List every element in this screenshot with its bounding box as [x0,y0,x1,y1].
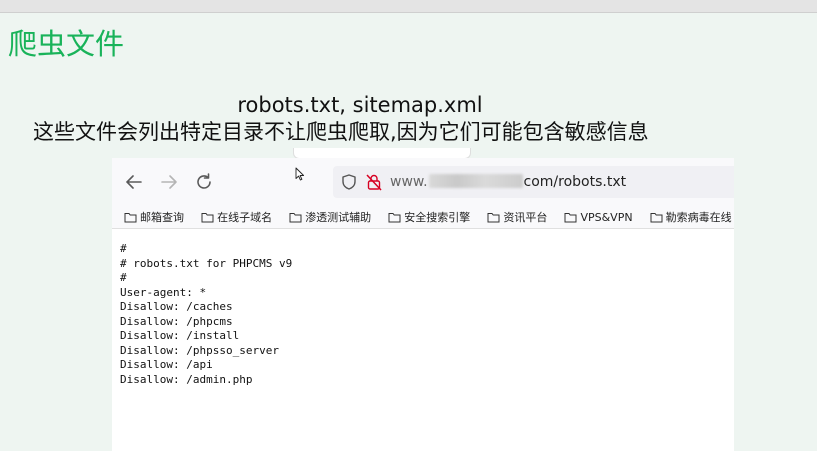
bookmark-pentest-aid[interactable]: 渗透测试辅助 [289,206,371,228]
bookmark-label: 邮箱查询 [140,211,184,224]
robots-line: Disallow: /admin.php [120,372,253,386]
robots-line: User-agent: * [120,285,207,299]
url-suffix: com/robots.txt [523,174,627,190]
bookmark-news[interactable]: 资讯平台 [487,206,547,228]
robots-txt-content: # # robots.txt for PHPCMS v9 # User-agen… [120,242,292,387]
folder-icon [201,212,214,222]
reload-icon[interactable] [192,170,216,194]
bookmark-ransomware[interactable]: 勒索病毒在线 [650,206,732,228]
folder-icon [564,212,577,222]
address-bar[interactable]: www. com/robots.txt [333,166,734,198]
bookmark-label: VPS&VPN [580,210,633,224]
bookmark-subdomain[interactable]: 在线子域名 [201,206,272,228]
bookmark-security-search[interactable]: 安全搜索引擎 [388,206,470,228]
files-heading: robots.txt, sitemap.xml [237,93,483,117]
browser-screenshot: www. com/robots.txt 邮箱查询 在线子域名 渗透测试辅助 安全搜… [112,158,734,451]
window-top-strip [0,0,817,13]
robots-line: Disallow: /caches [120,300,233,313]
robots-line: # [120,242,127,255]
robots-line: Disallow: /install [120,329,240,342]
bookmarks-bar: 邮箱查询 在线子域名 渗透测试辅助 安全搜索引擎 资讯平台 VPS&VPN 勒索… [112,206,734,229]
url-text[interactable]: www. com/robots.txt [390,166,626,198]
redacted-domain [428,174,523,188]
bookmark-label: 渗透测试辅助 [305,211,372,224]
bookmark-label: 在线子域名 [217,211,273,224]
insecure-lock-icon[interactable] [365,173,383,191]
slide-title: 爬虫文件 [8,27,125,61]
robots-line: Disallow: /api [120,358,213,371]
browser-toolbar: www. com/robots.txt [112,158,734,206]
bookmark-mail-lookup[interactable]: 邮箱查询 [124,206,184,228]
folder-icon [289,212,302,222]
bookmark-label: 勒索病毒在线 [665,211,732,224]
shield-icon[interactable] [340,173,358,191]
bookmark-vps-vpn[interactable]: VPS&VPN [564,206,633,228]
bookmark-label: 安全搜索引擎 [404,211,471,224]
mouse-cursor-icon [295,167,305,181]
folder-icon [650,212,663,222]
folder-icon [124,212,137,222]
forward-arrow-icon[interactable] [157,170,181,194]
folder-icon [388,212,401,222]
url-prefix: www. [390,174,428,190]
folder-icon [487,212,500,222]
back-arrow-icon[interactable] [122,170,146,194]
bookmark-label: 资讯平台 [503,211,548,224]
robots-line: Disallow: /phpsso_server [120,343,279,357]
robots-line: # [120,271,127,284]
robots-line: # robots.txt for PHPCMS v9 [120,256,293,270]
files-description: 这些文件会列出特定目录不让爬虫爬取,因为它们可能包含敏感信息 [33,120,649,144]
robots-line: Disallow: /phpcms [120,314,233,328]
